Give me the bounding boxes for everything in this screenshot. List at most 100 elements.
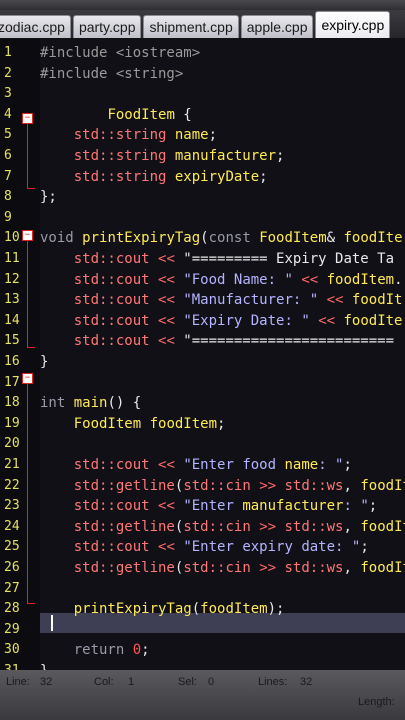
- code-text[interactable]: void printExpiryTag(const FoodItem& food…: [40, 228, 403, 248]
- code-text[interactable]: std::cout << "Manufacturer: " << foodIt: [40, 290, 403, 310]
- code-text[interactable]: std::getline(std::cin >> std::ws, foodIt: [40, 517, 405, 537]
- code-text[interactable]: std::cout << "Food Name: " << foodItem.: [40, 270, 403, 290]
- code-text[interactable]: std::cout << "Enter manufacturer: ";: [40, 496, 378, 516]
- code-text[interactable]: std::getline(std::cin >> std::ws, foodIt: [40, 476, 405, 496]
- code-text[interactable]: }: [40, 352, 48, 372]
- status-lines-value: 32: [300, 676, 313, 688]
- code-text[interactable]: }: [40, 661, 48, 670]
- code-text[interactable]: std::getline(std::cin >> std::ws, foodIt: [40, 558, 405, 578]
- code-text[interactable]: std::string name;: [40, 125, 217, 145]
- code-text[interactable]: int main() {: [40, 393, 141, 413]
- line-number: 26: [4, 560, 20, 575]
- code-line[interactable]: 26 std::getline(std::cin >> std::ws, foo…: [0, 558, 405, 578]
- code-line[interactable]: 28 printExpiryTag(foodItem);: [0, 599, 405, 619]
- line-number: 8: [4, 189, 12, 205]
- code-text[interactable]: FoodItem foodItem;: [40, 414, 226, 434]
- line-number: 3: [4, 86, 12, 102]
- line-number: 7: [4, 168, 12, 184]
- line-number: 25: [4, 539, 20, 555]
- line-number: 12: [4, 271, 20, 287]
- line-number: 31: [4, 661, 28, 670]
- line-number: 16: [4, 354, 20, 369]
- line-number: 1: [4, 45, 12, 60]
- code-line[interactable]: 13 std::cout << "Manufacturer: " << food…: [0, 290, 405, 310]
- code-line[interactable]: 22 std::getline(std::cin >> std::ws, foo…: [0, 476, 405, 496]
- code-line[interactable]: 20: [0, 434, 405, 454]
- code-line[interactable]: 29: [0, 620, 405, 640]
- code-text[interactable]: std::cout << "Enter food name: ";: [40, 455, 352, 475]
- line-number: 29: [4, 621, 20, 637]
- code-line[interactable]: 30 return 0;: [0, 640, 405, 660]
- code-line[interactable]: 9: [0, 208, 405, 228]
- status-col-value: 1: [128, 676, 135, 688]
- line-number: 27: [4, 580, 20, 596]
- tab-shipment[interactable]: shipment.cpp: [143, 15, 239, 38]
- code-text[interactable]: printExpiryTag(foodItem);: [40, 599, 285, 619]
- code-text[interactable]: return 0;: [40, 640, 150, 660]
- line-number: 10: [4, 230, 20, 246]
- code-line[interactable]: 25 std::cout << "Enter expiry date: ";: [0, 537, 405, 557]
- code-text[interactable]: std::string expiryDate;: [40, 167, 268, 187]
- code-line[interactable]: 15 std::cout << "=======================…: [0, 331, 405, 351]
- code-text[interactable]: std::cout << "Expiry Date: " << foodIte: [40, 311, 403, 331]
- code-text[interactable]: #include <string>: [40, 64, 183, 84]
- tab-expiry[interactable]: expiry.cpp: [315, 11, 391, 38]
- line-number: 11: [4, 251, 20, 266]
- code-line[interactable]: 5 std::string name;: [0, 125, 405, 145]
- line-number: 30: [4, 642, 20, 658]
- code-line[interactable]: 6 std::string manufacturer;: [0, 146, 405, 166]
- status-line-label: Line:: [6, 676, 30, 688]
- code-editor[interactable]: − − − 1 #include <iostream> 2 #include <str…: [0, 39, 405, 670]
- tab-party[interactable]: party.cpp: [72, 15, 142, 38]
- code-text[interactable]: std::cout << "========================: [40, 331, 394, 351]
- code-line[interactable]: 14 std::cout << "Expiry Date: " << foodI…: [0, 311, 405, 331]
- status-sel-value: 0: [208, 676, 215, 688]
- status-line-value: 32: [40, 676, 53, 688]
- line-number: 23: [4, 498, 20, 514]
- code-line[interactable]: 10 void printExpiryTag(const FoodItem& fo…: [0, 228, 405, 248]
- line-number: 20: [4, 436, 20, 452]
- code-line[interactable]: 8};: [0, 187, 405, 207]
- code-text[interactable]: std::cout << "========= Expiry Date Ta: [40, 249, 394, 269]
- code-text[interactable]: std::string manufacturer;: [40, 146, 285, 166]
- tab-apple[interactable]: apple.cpp: [240, 15, 314, 38]
- code-line[interactable]: 24 std::getline(std::cin >> std::ws, foo…: [0, 517, 405, 537]
- line-number: 19: [4, 415, 20, 431]
- code-line[interactable]: 3: [0, 84, 405, 104]
- code-text[interactable]: std::cout << "Enter expiry date: ";: [40, 537, 369, 557]
- code-line[interactable]: 12 std::cout << "Food Name: " << foodIte…: [0, 270, 405, 290]
- code-line[interactable]: 18 int main() {: [0, 393, 405, 413]
- code-line[interactable]: 27: [0, 579, 405, 599]
- line-number: 2: [4, 65, 12, 81]
- code-line[interactable]: 7 std::string expiryDate;: [0, 167, 405, 187]
- line-number: 6: [4, 148, 12, 163]
- code-text[interactable]: };: [40, 187, 57, 207]
- code-line[interactable]: 4 FoodItem {: [0, 105, 405, 125]
- code-line[interactable]: 23 std::cout << "Enter manufacturer: ";: [0, 496, 405, 516]
- line-number: 15: [4, 333, 20, 349]
- code-line[interactable]: 1 #include <iostream>: [0, 43, 405, 63]
- line-number: 4: [4, 106, 12, 122]
- code-line[interactable]: 11 std::cout << "========= Expiry Date T…: [0, 249, 405, 269]
- line-number: 24: [4, 518, 20, 534]
- code-line[interactable]: 16}: [0, 352, 405, 372]
- code-line[interactable]: 17: [0, 373, 405, 393]
- code-line[interactable]: 19 FoodItem foodItem;: [0, 414, 405, 434]
- status-lines-label: Lines:: [258, 676, 288, 688]
- line-number: 14: [4, 312, 20, 328]
- line-number: 9: [4, 209, 12, 225]
- tab-bar: zodiac.cpp party.cpp shipment.cpp apple.…: [0, 10, 405, 39]
- code-text[interactable]: FoodItem {: [40, 105, 191, 125]
- window-top-strip: [0, 0, 405, 10]
- line-number: 13: [4, 292, 20, 308]
- code-line[interactable]: 21 std::cout << "Enter food name: ";: [0, 455, 405, 475]
- line-number: 5: [4, 127, 12, 143]
- code-text[interactable]: #include <iostream>: [40, 43, 200, 63]
- status-col-label: Col:: [94, 676, 114, 688]
- code-line[interactable]: 31}: [0, 661, 405, 670]
- code-line[interactable]: 2 #include <string>: [0, 64, 405, 84]
- line-number: 18: [4, 395, 20, 411]
- line-number: 28: [4, 601, 20, 617]
- tab-zodiac[interactable]: zodiac.cpp: [0, 15, 71, 38]
- line-number: 21: [4, 457, 20, 472]
